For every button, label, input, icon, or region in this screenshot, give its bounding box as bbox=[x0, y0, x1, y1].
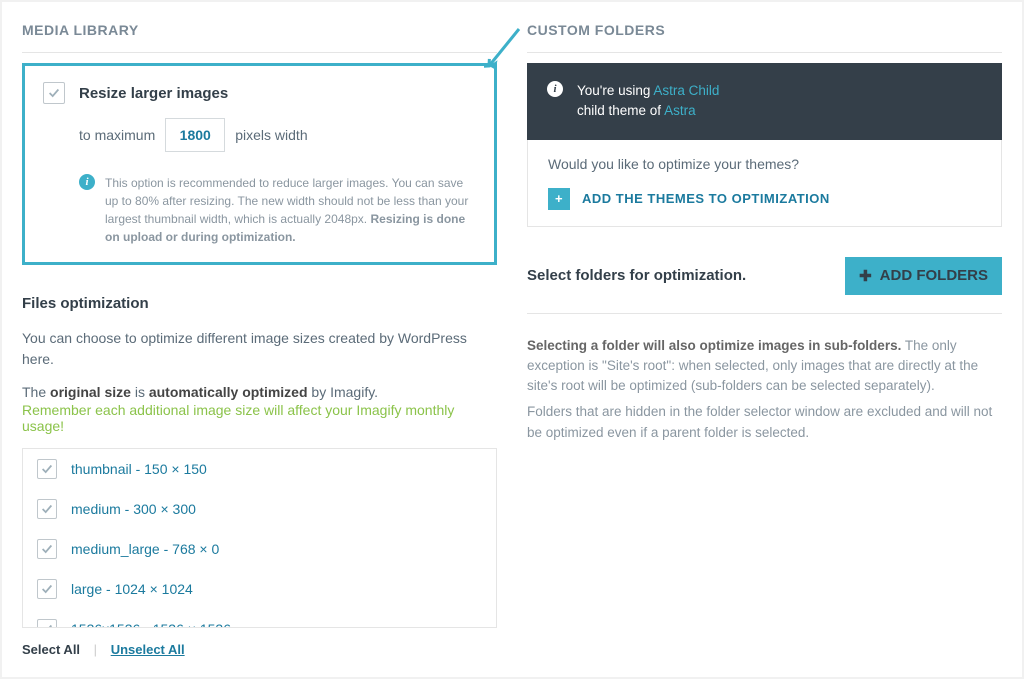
child-theme-link[interactable]: Astra Child bbox=[653, 83, 719, 98]
size-label: medium - 300 × 300 bbox=[71, 501, 196, 517]
check-icon bbox=[40, 542, 54, 556]
folders-description: Selecting a folder will also optimize im… bbox=[527, 336, 1002, 443]
theme-info-banner: i You're using Astra Child child theme o… bbox=[527, 63, 1002, 140]
info-icon: i bbox=[79, 174, 95, 190]
plus-icon: ✚ bbox=[859, 267, 872, 285]
divider: | bbox=[94, 642, 97, 657]
size-label: thumbnail - 150 × 150 bbox=[71, 461, 207, 477]
list-item[interactable]: medium - 300 × 300 bbox=[23, 489, 496, 529]
check-icon bbox=[40, 622, 54, 628]
size-checkbox[interactable] bbox=[37, 459, 57, 479]
resize-unit-label: pixels width bbox=[235, 127, 307, 143]
size-label: 1536x1536 - 1536 × 1536 bbox=[71, 621, 231, 628]
check-icon bbox=[40, 462, 54, 476]
original-size-note: The original size is automatically optim… bbox=[22, 384, 497, 400]
parent-theme-link[interactable]: Astra bbox=[664, 103, 696, 118]
usage-warning: Remember each additional image size will… bbox=[22, 402, 497, 434]
size-label: large - 1024 × 1024 bbox=[71, 581, 193, 597]
add-folders-button[interactable]: ✚ ADD FOLDERS bbox=[845, 257, 1002, 295]
plus-icon: + bbox=[548, 188, 570, 210]
size-checkbox[interactable] bbox=[37, 499, 57, 519]
files-optimization-heading: Files optimization bbox=[22, 295, 497, 312]
check-icon bbox=[40, 502, 54, 516]
list-item[interactable]: 1536x1536 - 1536 × 1536 bbox=[23, 609, 496, 628]
select-all-link[interactable]: Select All bbox=[22, 642, 80, 657]
resize-highlight-box: Resize larger images to maximum pixels w… bbox=[22, 63, 497, 265]
list-item[interactable]: large - 1024 × 1024 bbox=[23, 569, 496, 609]
resize-to-max-label: to maximum bbox=[79, 127, 155, 143]
size-checkbox[interactable] bbox=[37, 539, 57, 559]
custom-folders-heading: CUSTOM FOLDERS bbox=[527, 22, 1002, 53]
info-icon: i bbox=[547, 81, 563, 97]
add-themes-button[interactable]: + ADD THE THEMES TO OPTIMIZATION bbox=[548, 188, 830, 210]
media-library-heading: MEDIA LIBRARY bbox=[22, 22, 497, 53]
check-icon bbox=[40, 582, 54, 596]
select-folders-label: Select folders for optimization. bbox=[527, 267, 746, 284]
resize-checkbox[interactable] bbox=[43, 82, 65, 104]
size-checkbox[interactable] bbox=[37, 579, 57, 599]
image-sizes-list[interactable]: thumbnail - 150 × 150 medium - 300 × 300 m… bbox=[22, 448, 497, 628]
list-item[interactable]: thumbnail - 150 × 150 bbox=[23, 449, 496, 489]
size-checkbox[interactable] bbox=[37, 619, 57, 628]
list-item[interactable]: medium_large - 768 × 0 bbox=[23, 529, 496, 569]
annotation-arrow-icon bbox=[484, 24, 524, 70]
resize-width-input[interactable] bbox=[165, 118, 225, 152]
optimize-themes-question: Would you like to optimize your themes? bbox=[548, 156, 981, 172]
resize-info-text: This option is recommended to reduce lar… bbox=[105, 174, 476, 246]
resize-label: Resize larger images bbox=[79, 85, 228, 102]
size-label: medium_large - 768 × 0 bbox=[71, 541, 219, 557]
unselect-all-link[interactable]: Unselect All bbox=[111, 642, 185, 657]
files-optimization-desc: You can choose to optimize different ima… bbox=[22, 328, 497, 370]
check-icon bbox=[47, 86, 61, 100]
